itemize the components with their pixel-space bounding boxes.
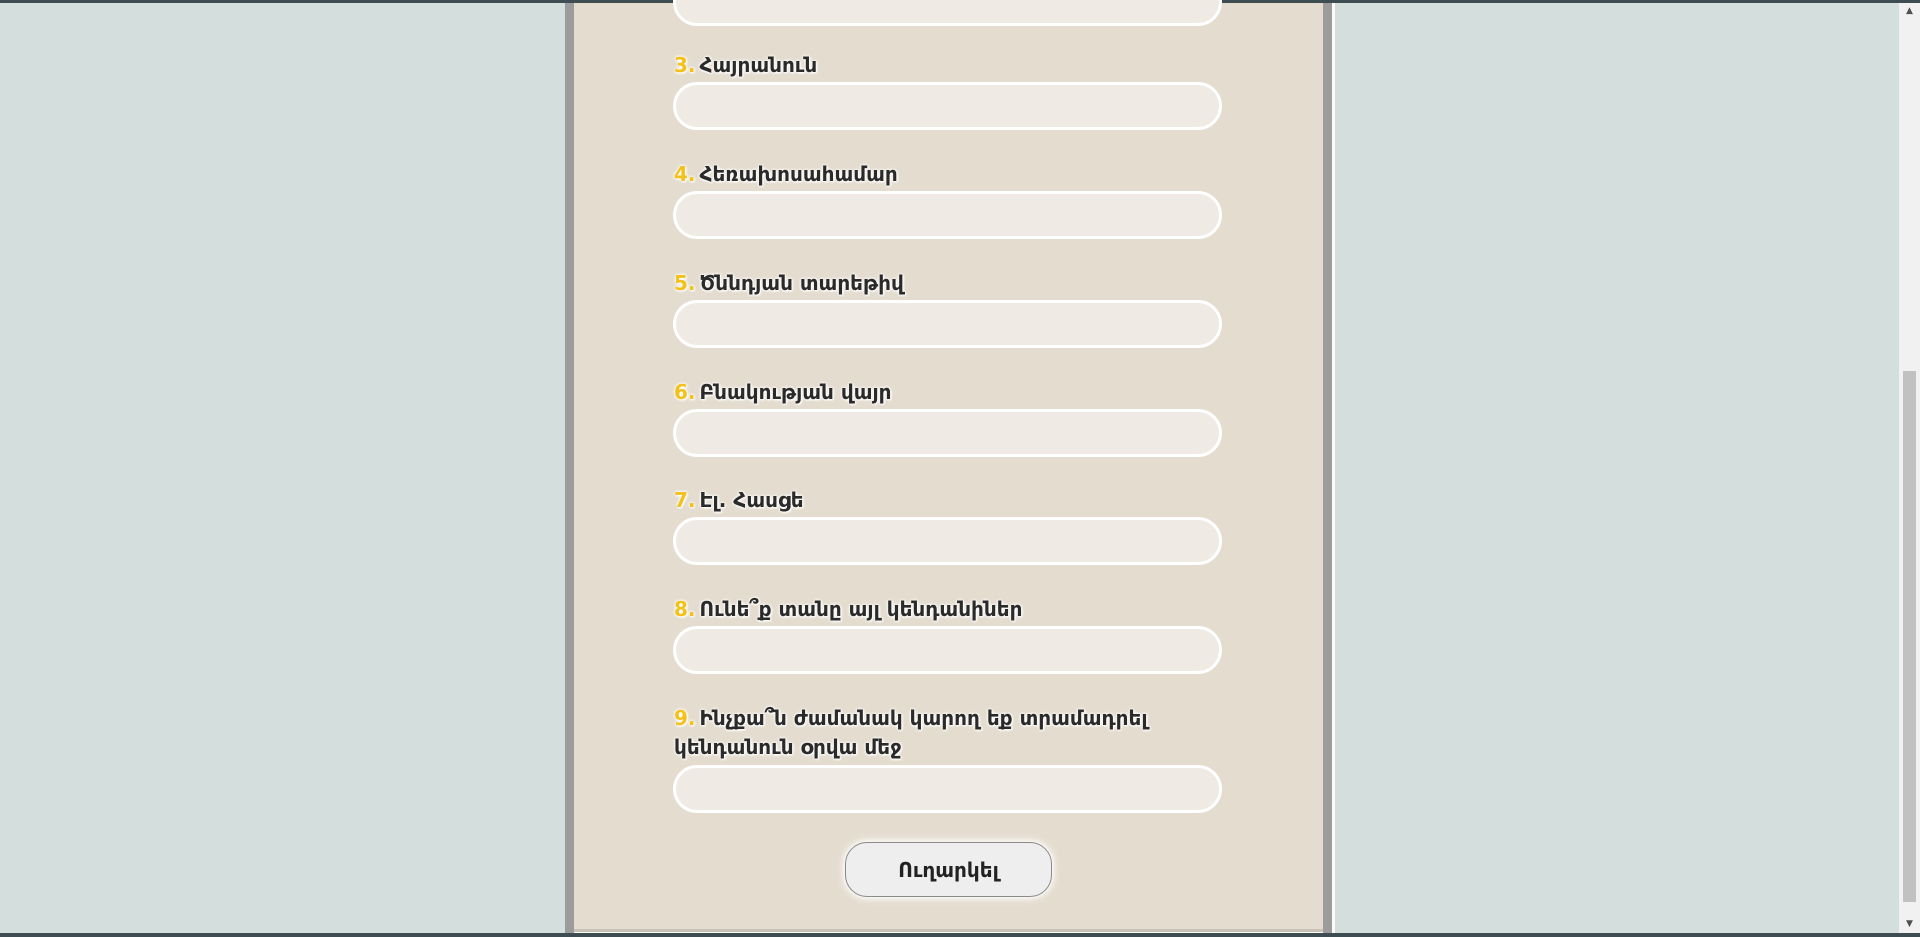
field-number: 7. — [674, 488, 696, 512]
panel-bottom-edge — [574, 929, 1323, 932]
field-label-text: Ինչքա՞ն ժամանակ կարող եք տրամադրել կենդա… — [674, 706, 1148, 759]
field-number: 9. — [674, 706, 696, 730]
window-bottom-border — [0, 933, 1920, 937]
field-label-phone: 4. Հեռախոսահամար — [674, 160, 1154, 189]
field-label-text: Ծննդյան տարեթիվ — [699, 271, 904, 295]
birth-year-input[interactable] — [673, 300, 1222, 348]
vertical-scrollbar[interactable]: ▲ ▼ — [1899, 3, 1920, 933]
field-label-text: Հայրանուն — [699, 53, 818, 77]
scroll-up-icon[interactable]: ▲ — [1899, 3, 1920, 20]
email-input[interactable] — [673, 517, 1222, 565]
residence-input[interactable] — [673, 409, 1222, 457]
panel-left-border — [565, 3, 574, 933]
field-label-birth-year: 5. Ծննդյան տարեթիվ — [674, 269, 1154, 298]
daily-time-input[interactable] — [673, 765, 1222, 813]
field-label-daily-time: 9. Ինչքա՞ն ժամանակ կարող եք տրամադրել կեն… — [674, 704, 1154, 762]
field-label-email: 7. Էլ. Հասցե — [674, 486, 1154, 515]
field-label-text: Բնակության վայր — [699, 380, 892, 404]
field-label-text: Հեռախոսահամար — [699, 162, 898, 186]
scrollbar-thumb[interactable] — [1903, 371, 1916, 902]
other-pets-input[interactable] — [673, 626, 1222, 674]
submit-button[interactable]: Ուղարկել — [845, 842, 1052, 897]
field-label-other-pets: 8. Ունե՞ք տանը այլ կենդանիներ — [674, 595, 1154, 624]
field-number: 3. — [674, 53, 696, 77]
field-number: 8. — [674, 597, 696, 621]
patronymic-input[interactable] — [673, 82, 1222, 130]
field-label-patronymic: 3. Հայրանուն — [674, 51, 1154, 80]
field-label-text: Էլ. Հասցե — [699, 488, 804, 512]
field-label-text: Ունե՞ք տանը այլ կենդանիներ — [699, 597, 1023, 621]
field-number: 4. — [674, 162, 696, 186]
field-number: 5. — [674, 271, 696, 295]
phone-input[interactable] — [673, 191, 1222, 239]
field-number: 6. — [674, 380, 696, 404]
panel-right-border — [1323, 3, 1332, 933]
previous-field-input[interactable] — [673, 0, 1222, 26]
field-label-residence: 6. Բնակության վայր — [674, 378, 1154, 407]
scroll-down-icon[interactable]: ▼ — [1899, 916, 1920, 933]
